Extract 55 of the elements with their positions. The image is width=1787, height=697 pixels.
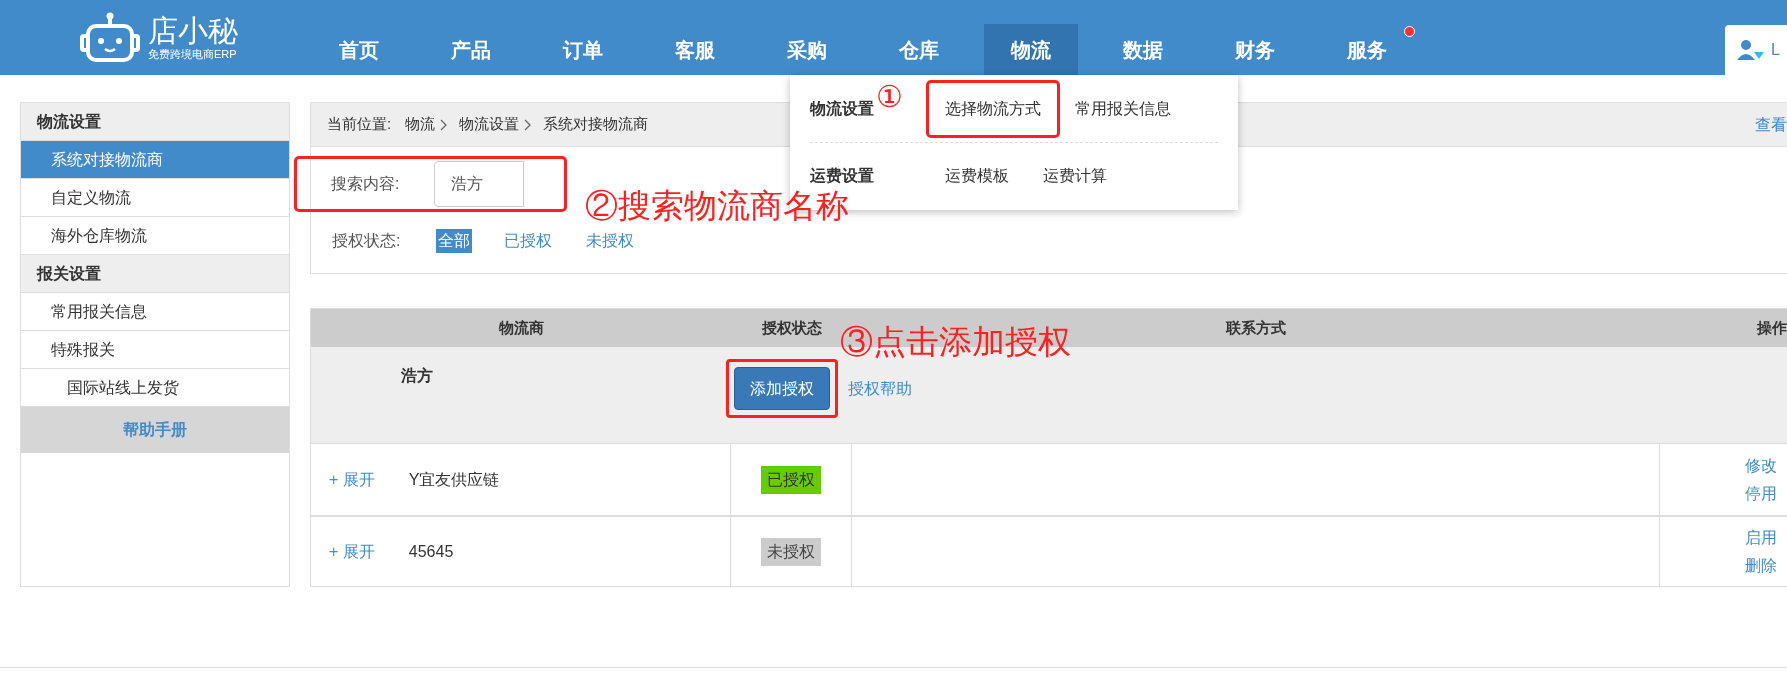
status-tag: 未授权 xyxy=(761,537,821,566)
column-header: 物流商 xyxy=(497,317,545,338)
breadcrumb-item[interactable]: 系统对接物流商 xyxy=(543,113,649,136)
robot-logo-icon xyxy=(80,11,140,64)
expand-link[interactable]: + 展开 xyxy=(329,539,375,564)
row-action-link[interactable]: 修改 xyxy=(1745,455,1777,476)
step-three-annotation: ③点击添加授权 xyxy=(840,323,1071,361)
nav-tab[interactable]: 客服 xyxy=(648,24,742,75)
user-tab[interactable]: L xyxy=(1725,25,1787,75)
user-name: L xyxy=(1771,40,1780,60)
sidebar-section-title: 报关设置 xyxy=(21,255,289,293)
user-icon xyxy=(1737,39,1765,61)
step-two-annotation: ②搜索物流商名称 xyxy=(585,187,849,225)
help-manual-link[interactable]: 帮助手册 xyxy=(21,407,289,453)
search-label: 搜索内容: xyxy=(331,174,400,194)
logo-tagline: 免费跨境电商ERP xyxy=(148,48,238,61)
nav-tab[interactable]: 物流 xyxy=(984,24,1078,75)
step-one-annotation: ① xyxy=(876,80,903,114)
result-name: 浩方 xyxy=(401,366,434,386)
status-filter-option[interactable]: 全部 xyxy=(436,229,473,253)
nav-tab[interactable]: 服务 xyxy=(1320,24,1414,75)
nav-tab[interactable]: 采购 xyxy=(760,24,854,75)
column-header: 操作 xyxy=(1756,317,1787,338)
sidebar-section-title: 物流设置 xyxy=(21,103,289,141)
nav-tab[interactable]: 订单 xyxy=(536,24,630,75)
logo-name: 店小秘 xyxy=(148,14,238,48)
nav-tab[interactable]: 数据 xyxy=(1096,24,1190,75)
expand-link[interactable]: + 展开 xyxy=(329,467,375,492)
breadcrumb-item[interactable]: 物流设置 xyxy=(459,113,520,136)
nav-tab[interactable]: 财务 xyxy=(1208,24,1302,75)
chevron-right-icon xyxy=(524,118,533,131)
row-action-link[interactable]: 启用 xyxy=(1745,527,1777,548)
nav-tab[interactable]: 仓库 xyxy=(872,24,966,75)
status-filter-option[interactable]: 未授权 xyxy=(584,229,637,253)
breadcrumb-label: 当前位置: xyxy=(327,114,392,135)
carrier-name: Y宜友供应链 xyxy=(408,469,500,490)
view-link[interactable]: 查看 xyxy=(1755,112,1787,137)
menu-link[interactable]: 选择物流方式 xyxy=(926,79,1060,138)
breadcrumb-item[interactable]: 物流 xyxy=(405,113,436,136)
column-header: 授权状态 xyxy=(760,317,823,338)
status-filter-option[interactable]: 已授权 xyxy=(502,229,555,253)
authorization-help-link[interactable]: 授权帮助 xyxy=(848,376,912,401)
add-authorization-button[interactable]: 添加授权 xyxy=(734,367,830,410)
row-action-link[interactable]: 删除 xyxy=(1745,555,1777,576)
status-filter-label: 授权状态: xyxy=(332,231,401,251)
row-action-link[interactable]: 停用 xyxy=(1745,483,1777,504)
search-input[interactable]: 浩方 xyxy=(434,161,525,207)
nav-tab[interactable]: 首页 xyxy=(312,24,406,75)
nav-tab[interactable]: 产品 xyxy=(424,24,518,75)
chevron-right-icon xyxy=(440,118,449,131)
carrier-name: 45645 xyxy=(408,541,454,562)
menu-group-title: 运费设置 xyxy=(810,166,875,186)
sidebar-item[interactable]: 系统对接物流商 xyxy=(21,141,289,179)
column-header: 联系方式 xyxy=(1225,317,1287,338)
status-tag: 已授权 xyxy=(761,465,821,494)
